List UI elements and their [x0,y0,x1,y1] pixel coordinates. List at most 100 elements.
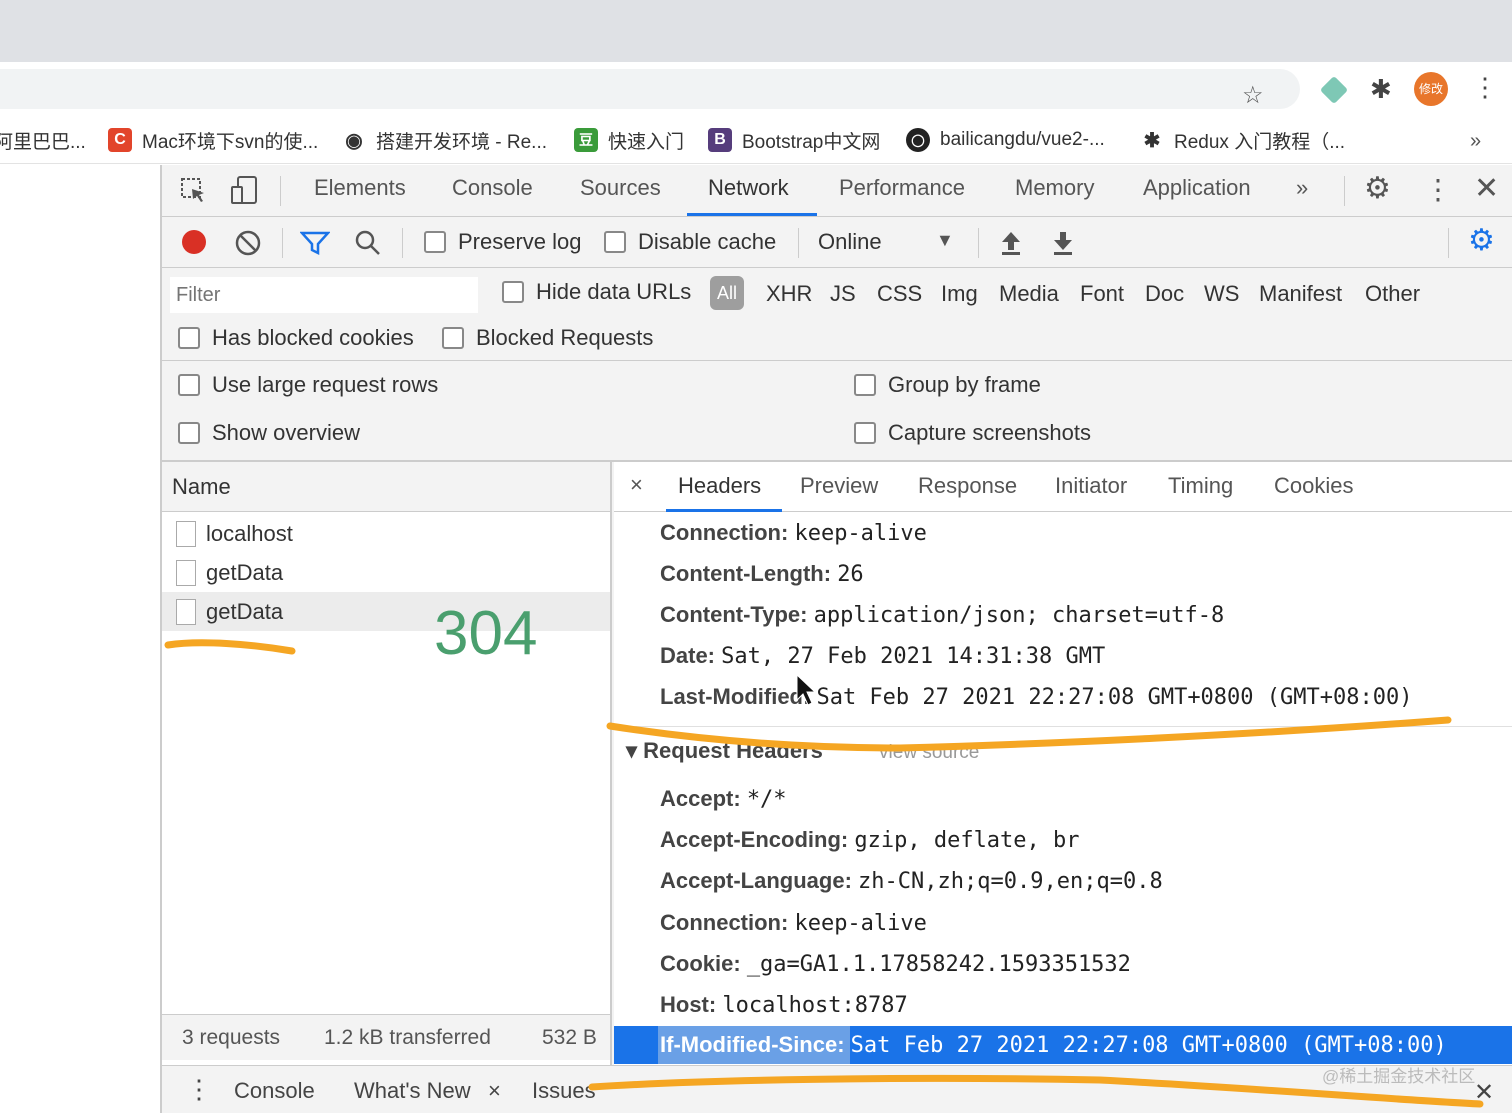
view-source-link[interactable]: view source [879,742,979,763]
active-tab-indicator [687,213,817,216]
header-key: Cookie: [660,951,741,976]
response-header: Last-Modified: Sat Feb 27 2021 22:27:08 … [660,684,1412,710]
tab-timing[interactable]: Timing [1168,473,1233,499]
name-column-header[interactable]: Name [162,462,610,512]
drawer-tab-console[interactable]: Console [234,1078,315,1104]
tab-response[interactable]: Response [918,473,1017,499]
bookmark-item[interactable]: 阿里巴巴... [0,126,86,154]
type-filter-font[interactable]: Font [1080,281,1124,307]
request-row[interactable]: localhost [162,514,610,553]
browser-menu-icon[interactable]: ⋮ [1472,74,1498,100]
header-value: application/json; charset=utf-8 [813,603,1225,628]
tab-performance[interactable]: Performance [839,175,965,201]
tab-network[interactable]: Network [708,175,789,201]
bookmark-star-icon[interactable]: ☆ [1242,81,1264,110]
has-blocked-cookies-checkbox[interactable]: Has blocked cookies [178,325,414,351]
drawer-tab-whats-new[interactable]: What's New [354,1078,471,1104]
type-filter-other[interactable]: Other [1365,281,1420,307]
type-filter-xhr[interactable]: XHR [766,281,812,307]
type-filter-img[interactable]: Img [941,281,978,307]
search-icon[interactable] [354,229,382,257]
tab-initiator[interactable]: Initiator [1055,473,1127,499]
document-icon [176,559,196,586]
type-filter-ws[interactable]: WS [1204,281,1239,307]
settings-gear-icon[interactable]: ⚙ [1364,171,1391,206]
bookmark-item[interactable]: ◯ bailicangdu/vue2-... [906,126,1105,154]
bookmark-item[interactable]: C Mac环境下svn的使... [108,126,318,154]
close-drawer-icon[interactable]: ✕ [1474,1078,1494,1107]
omnibox[interactable]: ☆ [0,69,1300,109]
type-filter-all[interactable]: All [710,276,744,310]
capture-screenshots-checkbox[interactable]: Capture screenshots [854,420,1091,446]
checkbox-box[interactable] [502,281,524,303]
close-devtools-icon[interactable]: ✕ [1474,171,1499,206]
header-key: If-Modified-Since: [660,1032,845,1057]
clear-icon[interactable] [234,229,262,257]
type-filter-doc[interactable]: Doc [1145,281,1184,307]
export-har-icon[interactable] [1052,230,1074,256]
blocked-requests-checkbox[interactable]: Blocked Requests [442,325,653,351]
close-whats-new-icon[interactable]: × [488,1078,501,1104]
group-by-frame-checkbox[interactable]: Group by frame [854,372,1041,398]
header-key: Date: [660,643,716,668]
disable-cache-checkbox[interactable]: Disable cache [604,229,776,255]
hide-data-urls-checkbox[interactable]: Hide data URLs [502,279,691,305]
bookmark-item[interactable]: ✱ Redux 入门教程（... [1140,126,1345,154]
bookmark-item[interactable]: ◉ 搭建开发环境 - Re... [342,126,547,154]
tabs-overflow-icon[interactable]: » [1296,175,1308,201]
drawer-menu-icon[interactable]: ⋮ [186,1074,212,1105]
tab-console[interactable]: Console [452,175,533,201]
tab-preview[interactable]: Preview [800,473,878,499]
filter-funnel-icon[interactable] [300,230,330,256]
inspect-element-icon[interactable] [180,177,208,205]
preserve-log-checkbox[interactable]: Preserve log [424,229,582,255]
profile-avatar[interactable]: 修改 [1414,72,1448,106]
checkbox-box[interactable] [178,374,200,396]
extensions-puzzle-icon[interactable]: ✱ [1370,74,1392,105]
bookmarks-bar: 阿里巴巴... C Mac环境下svn的使... ◉ 搭建开发环境 - Re..… [0,116,1512,164]
tab-elements[interactable]: Elements [314,175,406,201]
has-blocked-cookies-label: Has blocked cookies [212,325,414,350]
bookmark-item[interactable]: 豆 快速入门 [574,126,684,154]
status-summary: 3 requests 1.2 kB transferred 532 B [162,1014,610,1060]
close-detail-icon[interactable]: × [630,472,643,498]
request-row[interactable]: getData [162,553,610,592]
request-headers-section-title[interactable]: ▾ Request Headers view source [626,738,979,764]
checkbox-box[interactable] [854,422,876,444]
request-row-selected[interactable]: getData [162,592,610,631]
network-settings-gear-icon[interactable]: ⚙ [1468,223,1495,258]
blocked-requests-label: Blocked Requests [476,325,654,350]
tab-cookies[interactable]: Cookies [1274,473,1353,499]
document-icon [176,598,196,625]
type-filter-media[interactable]: Media [999,281,1059,307]
highlighted-header-row[interactable]: If-Modified-Since: Sat Feb 27 2021 22:27… [614,1026,1512,1064]
checkbox-box[interactable] [442,327,464,349]
header-key: Host: [660,992,717,1017]
devtools-menu-icon[interactable]: ⋮ [1424,173,1452,206]
tab-memory[interactable]: Memory [1015,175,1094,201]
device-toolbar-icon[interactable] [230,175,260,207]
checkbox-box[interactable] [178,422,200,444]
tab-sources[interactable]: Sources [580,175,661,201]
show-overview-checkbox[interactable]: Show overview [178,420,360,446]
request-header: Cookie: _ga=GA1.1.17858242.1593351532 [660,951,1131,977]
checkbox-box[interactable] [178,327,200,349]
drawer-tab-issues[interactable]: Issues [532,1078,596,1104]
chevron-down-icon[interactable]: ▼ [936,230,954,251]
bookmark-item[interactable]: B Bootstrap中文网 [708,126,880,154]
checkbox-box[interactable] [424,231,446,253]
filter-input[interactable] [170,277,478,313]
type-filter-css[interactable]: CSS [877,281,922,307]
bookmarks-overflow-icon[interactable]: » [1470,130,1481,153]
checkbox-box[interactable] [604,231,626,253]
checkbox-box[interactable] [854,374,876,396]
import-har-icon[interactable] [1000,230,1022,256]
large-rows-checkbox[interactable]: Use large request rows [178,372,438,398]
tab-headers[interactable]: Headers [678,473,761,499]
type-filter-js[interactable]: JS [830,281,856,307]
request-header: Accept-Language: zh-CN,zh;q=0.9,en;q=0.8 [660,868,1163,894]
bottom-drawer: ⋮ Console What's New × Issues ✕ [162,1065,1512,1113]
record-icon[interactable] [182,230,206,254]
type-filter-manifest[interactable]: Manifest [1259,281,1342,307]
tab-application[interactable]: Application [1143,175,1251,201]
